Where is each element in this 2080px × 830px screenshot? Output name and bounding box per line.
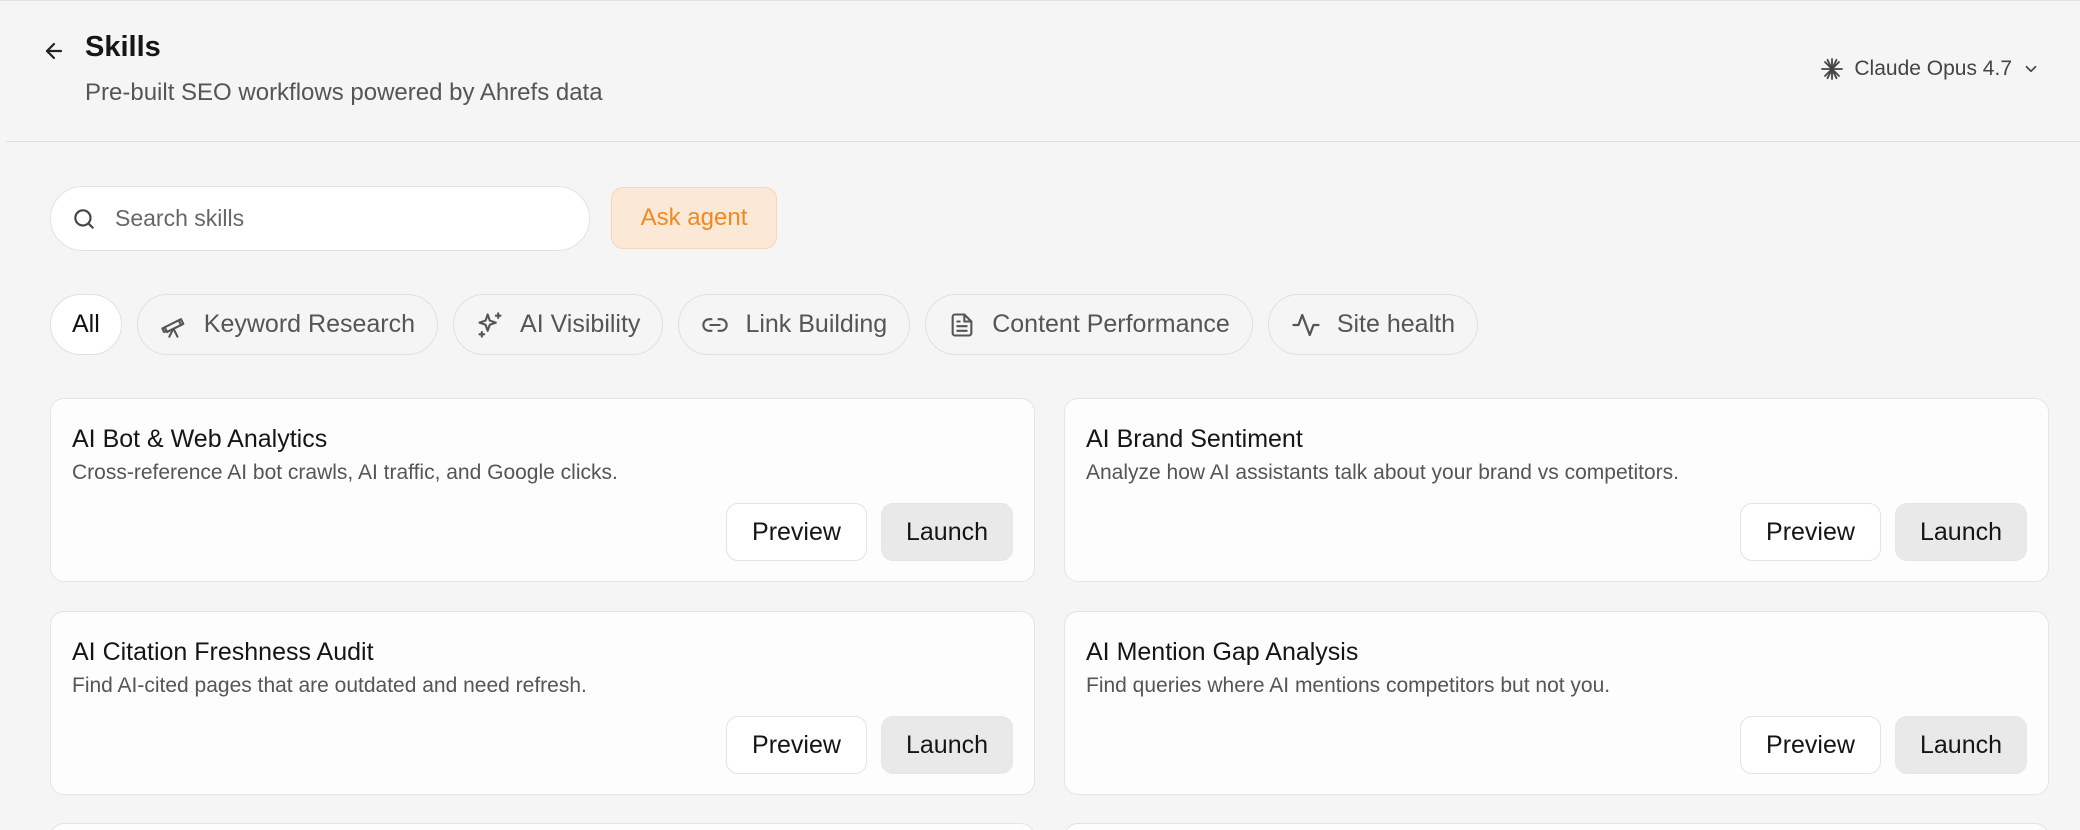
filter-chip-label: All [72, 310, 100, 338]
skill-card-partial [1064, 823, 2049, 830]
filter-chip-ai-visibility[interactable]: AI Visibility [453, 294, 664, 355]
model-selector-label: Claude Opus 4.7 [1854, 57, 2012, 80]
page-title: Skills [85, 31, 161, 63]
sparkles-icon [478, 311, 502, 338]
skill-card: AI Mention Gap Analysis Find queries whe… [1064, 611, 2049, 795]
telescope-icon [161, 317, 185, 338]
filter-chip-content-performance[interactable]: Content Performance [925, 294, 1253, 355]
category-filters: All Keyword Research AI Visibility Link … [50, 294, 1478, 355]
filter-chip-label: Link Building [745, 310, 888, 338]
chevron-down-icon [2025, 65, 2037, 73]
launch-button[interactable]: Launch [1895, 716, 2027, 774]
filter-chip-label: Keyword Research [203, 310, 416, 338]
search-icon [74, 208, 94, 229]
model-selector[interactable]: Claude Opus 4.7 [1820, 57, 2040, 81]
skill-card-description: Find queries where AI mentions competito… [1086, 674, 1611, 697]
filter-chip-link-building[interactable]: Link Building [678, 294, 911, 355]
launch-button[interactable]: Launch [881, 716, 1013, 774]
search-box [50, 186, 590, 251]
filter-chip-all[interactable]: All [50, 294, 122, 355]
filter-chip-site-health[interactable]: Site health [1267, 294, 1478, 355]
skill-card: AI Brand Sentiment Analyze how AI assist… [1064, 398, 2049, 582]
ask-agent-button[interactable]: Ask agent [611, 187, 777, 249]
skill-card-title: AI Brand Sentiment [1086, 425, 1303, 453]
filter-chip-label: Site health [1336, 310, 1455, 338]
page-subtitle: Pre-built SEO workflows powered by Ahref… [85, 79, 603, 106]
launch-button[interactable]: Launch [881, 503, 1013, 561]
skill-card-partial [50, 823, 1035, 830]
skill-card: AI Bot & Web Analytics Cross-reference A… [50, 398, 1035, 582]
preview-button[interactable]: Preview [726, 716, 867, 774]
arrow-left-icon [45, 42, 63, 60]
preview-button[interactable]: Preview [1740, 503, 1881, 561]
skill-card-title: AI Mention Gap Analysis [1086, 638, 1359, 666]
link-icon [702, 317, 729, 332]
skill-card-description: Cross-reference AI bot crawls, AI traffi… [72, 461, 618, 484]
page-header: Skills Pre-built SEO workflows powered b… [6, 1, 2080, 142]
launch-button[interactable]: Launch [1895, 503, 2027, 561]
skill-card-title: AI Bot & Web Analytics [72, 425, 328, 453]
preview-button[interactable]: Preview [1740, 716, 1881, 774]
claude-asterisk-icon [1821, 58, 1844, 80]
skill-card-description: Find AI-cited pages that are outdated an… [72, 674, 587, 697]
preview-button[interactable]: Preview [726, 503, 867, 561]
skill-card-title: AI Citation Freshness Audit [72, 638, 374, 666]
filter-chip-keyword-research[interactable]: Keyword Research [136, 294, 439, 355]
skills-page: Skills Pre-built SEO workflows powered b… [0, 0, 2080, 830]
skill-card: AI Citation Freshness Audit Find AI-cite… [50, 611, 1035, 795]
skill-card-description: Analyze how AI assistants talk about you… [1086, 461, 1679, 484]
back-button[interactable] [36, 33, 72, 69]
filter-chip-label: Content Performance [992, 310, 1230, 338]
search-input[interactable] [115, 205, 555, 232]
filter-chip-label: AI Visibility [520, 310, 641, 338]
activity-icon [1292, 313, 1320, 336]
document-icon [951, 312, 973, 337]
